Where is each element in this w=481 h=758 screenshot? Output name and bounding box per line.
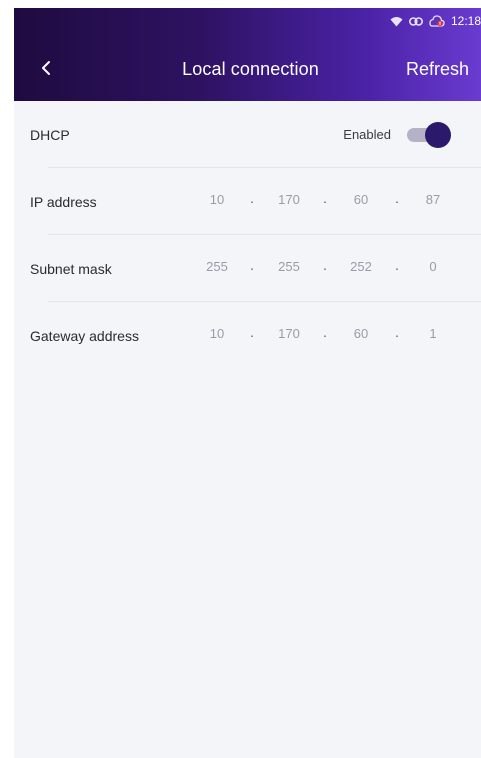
gateway-octet-3[interactable]: 60 — [341, 326, 381, 341]
subnet-mask-row: Subnet mask 255 . 255 . 252 . 0 — [14, 235, 481, 302]
octet-separator: . — [250, 257, 254, 273]
octet-separator: . — [323, 190, 327, 206]
dhcp-toggle[interactable] — [405, 121, 451, 148]
subnet-mask-field: 255 . 255 . 252 . 0 — [14, 235, 481, 302]
dhcp-row: DHCP Enabled — [14, 101, 481, 168]
status-bar: 12:18 — [361, 8, 481, 34]
octet-separator: . — [250, 190, 254, 206]
dhcp-control: Enabled — [343, 101, 451, 168]
subnet-octet-2[interactable]: 255 — [269, 259, 309, 274]
subnet-octet-1[interactable]: 255 — [197, 259, 237, 274]
dhcp-status-text: Enabled — [343, 127, 391, 142]
subnet-octet-4[interactable]: 0 — [413, 259, 453, 274]
ip-octet-1[interactable]: 10 — [197, 192, 237, 207]
screen: 12:18 Local connection Refresh DHCP Enab… — [14, 8, 481, 758]
settings-list: DHCP Enabled IP address 10 . 170 . 60 . … — [14, 101, 481, 369]
octet-separator: . — [323, 324, 327, 340]
clock-time: 12:18 — [450, 14, 481, 28]
app-header: 12:18 Local connection Refresh — [14, 8, 481, 101]
octet-separator: . — [250, 324, 254, 340]
octet-separator: . — [323, 257, 327, 273]
ip-octet-4[interactable]: 87 — [413, 192, 453, 207]
octet-separator: . — [395, 324, 399, 340]
toggle-knob — [425, 121, 451, 148]
gateway-row: Gateway address 10 . 170 . 60 . 1 — [14, 302, 481, 369]
refresh-button[interactable]: Refresh — [406, 59, 469, 80]
gateway-octet-1[interactable]: 10 — [197, 326, 237, 341]
cloud-alert-icon — [429, 15, 445, 27]
ip-octet-2[interactable]: 170 — [269, 192, 309, 207]
gateway-octet-4[interactable]: 1 — [413, 326, 453, 341]
wifi-icon — [390, 16, 403, 27]
gateway-field: 10 . 170 . 60 . 1 — [14, 302, 481, 369]
dhcp-label: DHCP — [30, 126, 70, 143]
octet-separator: . — [395, 257, 399, 273]
link-icon — [408, 16, 423, 26]
subnet-octet-3[interactable]: 252 — [341, 259, 381, 274]
ip-address-field: 10 . 170 . 60 . 87 — [14, 168, 481, 235]
ip-address-row: IP address 10 . 170 . 60 . 87 — [14, 168, 481, 235]
gateway-octet-2[interactable]: 170 — [269, 326, 309, 341]
ip-octet-3[interactable]: 60 — [341, 192, 381, 207]
octet-separator: . — [395, 190, 399, 206]
